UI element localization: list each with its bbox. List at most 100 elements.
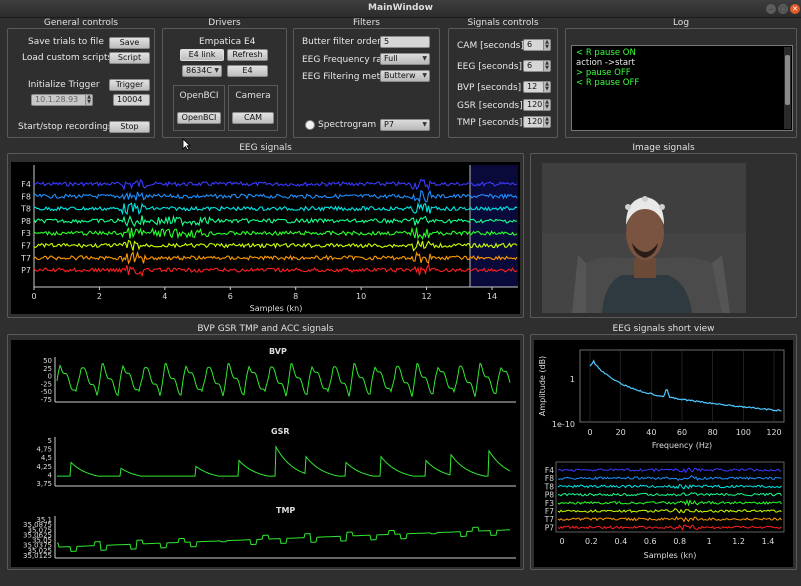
device-select[interactable]: 8634C ▼: [182, 65, 222, 77]
save-button[interactable]: Save: [109, 37, 150, 49]
spin-arrows-icon[interactable]: ▲ ▼: [543, 100, 550, 110]
camera-frame-image: [542, 163, 746, 313]
general-controls-group: General controls Save trials to file Sav…: [7, 18, 155, 138]
eeg-channel-label: F3: [21, 229, 31, 238]
initialize-trigger-label: Initialize Trigger: [28, 80, 100, 90]
gsr-y-tick-label: 3,75: [36, 480, 52, 488]
chevron-down-icon: ▼: [422, 72, 427, 79]
spin-arrows-icon[interactable]: ▲ ▼: [543, 40, 550, 50]
e4-button[interactable]: E4: [227, 65, 268, 77]
trigger-button[interactable]: Trigger: [109, 79, 150, 91]
eeg-x-tick-label: 0: [31, 292, 36, 301]
spin-arrows-icon[interactable]: ▲ ▼: [85, 95, 92, 105]
log-scrollbar[interactable]: [784, 47, 791, 129]
spectrogram-label: Spectrogram: [318, 120, 377, 130]
short-x-tick-label: 0: [559, 537, 564, 546]
filters-group: Filters Butter filter order 5 EEG Freque…: [293, 18, 440, 138]
tmp-seconds-field[interactable]: 120 ▲ ▼: [523, 116, 551, 128]
spectrum-x-tick-label: 80: [708, 428, 718, 437]
openbci-label: OpenBCI: [179, 91, 219, 101]
openbci-group: OpenBCI OpenBCI: [173, 85, 225, 131]
short-x-tick-label: 0.2: [585, 537, 598, 546]
eeg-trace-f3: [33, 226, 518, 240]
eeg-trace-p8: [33, 214, 518, 228]
eeg-channel-label: T8: [20, 205, 31, 214]
short-channel-label: P7: [545, 523, 555, 532]
bvp-y-tick-label: 25: [43, 365, 52, 373]
log-group: Log < R pause ON action ->start > pause …: [565, 18, 797, 138]
port-field[interactable]: 10004: [113, 94, 150, 106]
spin-arrows-icon[interactable]: ▲ ▼: [543, 61, 550, 71]
eeg-trace-t7: [33, 250, 518, 265]
filtering-method-select[interactable]: Butterw ▼: [380, 70, 430, 82]
openbci-button[interactable]: OpenBCI: [177, 112, 221, 124]
spin-arrows-icon[interactable]: ▲ ▼: [543, 82, 550, 92]
butter-order-label: Butter filter order: [302, 37, 381, 47]
short-trace-t7: [557, 515, 782, 523]
title-bar: MainWindow – ▢ ✕: [0, 0, 801, 18]
script-button[interactable]: Script: [109, 52, 150, 64]
frequency-range-label: EEG Frequency rar: [302, 55, 386, 65]
group-title: EEG signals short view: [612, 324, 715, 334]
stop-button[interactable]: Stop: [109, 121, 150, 133]
bvp-y-tick-label: -25: [41, 380, 52, 388]
group-title: General controls: [43, 18, 119, 28]
cam-seconds-field[interactable]: 6 ▲ ▼: [523, 39, 551, 51]
recordings-label: Start/stop recordings: [18, 122, 113, 132]
eeg-plot[interactable]: F4 F8 T8 P8 F3 F7 T7 P7 0 2 4 6 8 10 12 14 Samples (kn): [11, 162, 520, 314]
gsr-seconds-field[interactable]: 120 ▲ ▼: [523, 99, 551, 111]
spectrum-x-axis-label: Frequency (Hz): [652, 441, 712, 450]
group-title: BVP GSR TMP and ACC signals: [197, 324, 334, 334]
short-x-tick-label: 1: [707, 537, 712, 546]
bvp-seconds-field[interactable]: 12 ▲ ▼: [523, 81, 551, 93]
spectrum-x-tick-label: 0: [587, 428, 592, 437]
gsr-y-tick-label: 4: [48, 471, 53, 479]
empatica-label: Empatica E4: [199, 37, 256, 47]
eeg-chart-svg: F4 F8 T8 P8 F3 F7 T7 P7 0 2 4 6 8 10 12 14 Samples (kn): [20, 165, 518, 313]
method-value: Butterw: [384, 71, 416, 80]
maximize-icon[interactable]: ▢: [778, 4, 788, 14]
channel-select[interactable]: P7 ▼: [380, 119, 430, 131]
refresh-button[interactable]: Refresh: [227, 49, 268, 61]
bvp-y-tick-label: -50: [41, 388, 52, 396]
spectrogram-radio[interactable]: [305, 120, 315, 130]
bvp-gsr-tmp-plot[interactable]: BVP GSR TMP 50 25 0 -25 -50 -75 5 4,75 4,5 4,25 4 3…: [11, 340, 520, 567]
short-trace-t8: [557, 483, 782, 490]
ip-address-field[interactable]: 10.1.28.93 ▲ ▼: [31, 94, 93, 106]
eeg-channel-label: F4: [21, 180, 31, 189]
group-title: Drivers: [208, 18, 241, 28]
eeg-trace-f4: [33, 178, 518, 192]
eeg-channel-label: T7: [20, 254, 31, 263]
signal-row-label: TMP [seconds]: [457, 118, 523, 128]
cam-button[interactable]: CAM: [232, 112, 274, 124]
eeg-short-plot[interactable]: 0 20 40 60 80 100 120 1 1e-10 Amplitude (dB) Frequ…: [534, 340, 793, 567]
bvp-y-tick-label: 0: [48, 373, 52, 381]
eeg-channel-label: F7: [21, 242, 31, 251]
signal-row-value: 6: [527, 40, 533, 49]
drivers-group: Drivers Empatica E4 E4 link Refresh 8634…: [162, 18, 287, 138]
spin-arrows-icon[interactable]: ▲ ▼: [543, 117, 550, 127]
eeg-seconds-field[interactable]: 6 ▲ ▼: [523, 60, 551, 72]
save-trials-label: Save trials to file: [28, 37, 104, 47]
spectrum-y-tick-label: 1e-10: [552, 420, 575, 429]
log-line: > pause OFF: [576, 68, 631, 78]
frequency-range-select[interactable]: Full ▼: [380, 53, 430, 65]
filter-order-field[interactable]: 5: [380, 36, 430, 48]
signal-row-label: GSR [seconds]: [457, 101, 523, 111]
group-title: EEG signals: [239, 143, 292, 153]
log-console[interactable]: < R pause ON action ->start > pause OFF …: [571, 45, 793, 131]
ip-value: 10.1.28.93: [35, 95, 79, 104]
scrollbar-thumb[interactable]: [785, 55, 790, 105]
short-x-tick-label: 0.6: [644, 537, 657, 546]
close-icon[interactable]: ✕: [790, 4, 800, 14]
tmp-y-tick-label: 35,0125: [23, 552, 52, 560]
eeg-x-tick-label: 6: [228, 292, 233, 301]
minimize-icon[interactable]: –: [766, 4, 776, 14]
camera-feed: [542, 163, 746, 313]
e4-link-button[interactable]: E4 link: [180, 49, 224, 61]
spectrum-x-tick-label: 40: [646, 428, 656, 437]
spectrum-y-tick-label: 1: [570, 375, 575, 384]
short-trace-p8: [558, 492, 782, 497]
channel-value: P7: [384, 120, 394, 129]
tmp-trace: [56, 526, 511, 552]
